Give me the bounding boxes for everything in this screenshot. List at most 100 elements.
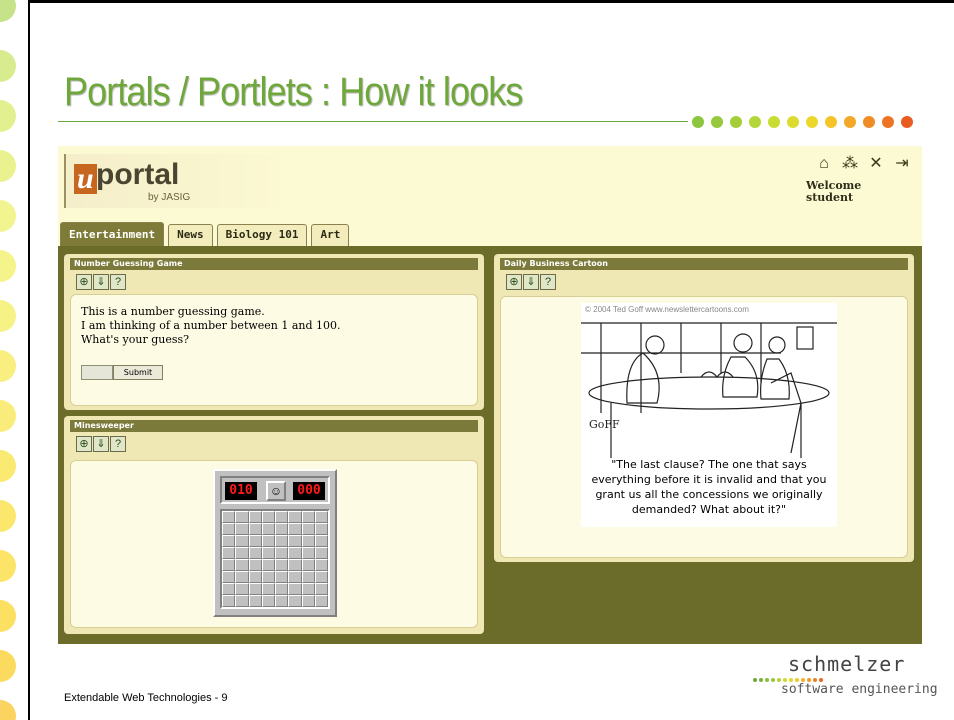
mine-cell[interactable] xyxy=(235,595,249,607)
zoom-icon[interactable]: ⊕ xyxy=(506,274,522,290)
mine-cell[interactable] xyxy=(261,547,275,559)
portlet-body: © 2004 Ted Goff www.newslettercartoons.c… xyxy=(500,296,908,558)
mine-cell[interactable] xyxy=(288,535,302,547)
mine-cell[interactable] xyxy=(235,571,249,583)
guess-input[interactable] xyxy=(81,365,113,380)
mine-cell[interactable] xyxy=(301,595,315,607)
timer-counter: 000 xyxy=(293,482,325,500)
mine-cell[interactable] xyxy=(222,523,236,535)
mine-cell[interactable] xyxy=(314,559,328,571)
mine-cell[interactable] xyxy=(248,583,262,595)
mine-cell[interactable] xyxy=(235,511,249,523)
mine-cell[interactable] xyxy=(222,511,236,523)
mine-cell[interactable] xyxy=(235,535,249,547)
logo-letter: u xyxy=(74,164,97,194)
mine-cell[interactable] xyxy=(222,571,236,583)
slide-footer: Extendable Web Technologies - 9 xyxy=(64,692,228,704)
mine-cell[interactable] xyxy=(288,583,302,595)
welcome-message: Welcome student xyxy=(806,180,886,204)
mine-cell[interactable] xyxy=(275,511,289,523)
zoom-icon[interactable]: ⊕ xyxy=(76,274,92,290)
mine-cell[interactable] xyxy=(288,523,302,535)
mine-cell[interactable] xyxy=(248,511,262,523)
mine-cell[interactable] xyxy=(314,571,328,583)
smiley-face-icon[interactable]: ☺ xyxy=(266,481,286,501)
tools-icon[interactable]: ✕ xyxy=(866,154,886,174)
download-icon[interactable]: ⇓ xyxy=(523,274,539,290)
mine-cell[interactable] xyxy=(275,547,289,559)
side-dot xyxy=(0,50,16,82)
sitemap-icon[interactable]: ⁂ xyxy=(840,154,860,174)
logo-text: portal xyxy=(96,158,180,191)
mine-cell[interactable] xyxy=(235,583,249,595)
mine-cell[interactable] xyxy=(248,535,262,547)
submit-button[interactable]: Submit xyxy=(113,365,163,380)
mine-cell[interactable] xyxy=(314,523,328,535)
mine-cell[interactable] xyxy=(275,583,289,595)
mine-cell[interactable] xyxy=(261,523,275,535)
slide-frame-top xyxy=(28,0,954,3)
download-icon[interactable]: ⇓ xyxy=(93,274,109,290)
mine-cell[interactable] xyxy=(301,511,315,523)
mine-cell[interactable] xyxy=(301,535,315,547)
mine-cell[interactable] xyxy=(222,595,236,607)
mine-cell[interactable] xyxy=(261,559,275,571)
mine-cell[interactable] xyxy=(222,547,236,559)
mine-cell[interactable] xyxy=(248,559,262,571)
mine-cell[interactable] xyxy=(261,511,275,523)
mine-cell[interactable] xyxy=(222,535,236,547)
cartoon-drawing: GoFF xyxy=(581,322,837,458)
mine-cell[interactable] xyxy=(314,511,328,523)
mine-cell[interactable] xyxy=(275,535,289,547)
mine-cell[interactable] xyxy=(301,559,315,571)
mine-cell[interactable] xyxy=(235,559,249,571)
mine-cell[interactable] xyxy=(275,523,289,535)
logout-icon[interactable]: ⇥ xyxy=(892,154,912,174)
mine-cell[interactable] xyxy=(261,571,275,583)
tab-entertainment[interactable]: Entertainment xyxy=(60,222,165,246)
mine-cell[interactable] xyxy=(301,523,315,535)
mine-cell[interactable] xyxy=(261,595,275,607)
tab-news[interactable]: News xyxy=(168,224,213,246)
mine-cell[interactable] xyxy=(275,559,289,571)
zoom-icon[interactable]: ⊕ xyxy=(76,436,92,452)
tab-art[interactable]: Art xyxy=(311,224,350,246)
mine-cell[interactable] xyxy=(301,547,315,559)
download-icon[interactable]: ⇓ xyxy=(93,436,109,452)
help-icon[interactable]: ? xyxy=(540,274,556,290)
mine-cell[interactable] xyxy=(261,535,275,547)
mine-cell[interactable] xyxy=(248,595,262,607)
guess-line: This is a number guessing game. xyxy=(81,305,265,318)
mine-cell[interactable] xyxy=(288,571,302,583)
help-icon[interactable]: ? xyxy=(110,274,126,290)
mine-cell[interactable] xyxy=(314,595,328,607)
mine-cell[interactable] xyxy=(288,511,302,523)
mine-cell[interactable] xyxy=(235,523,249,535)
uportal-logo[interactable]: u portal by JASIG xyxy=(64,154,294,208)
mine-cell[interactable] xyxy=(288,559,302,571)
mine-cell[interactable] xyxy=(261,583,275,595)
help-icon[interactable]: ? xyxy=(110,436,126,452)
title-dots xyxy=(692,116,913,128)
mine-cell[interactable] xyxy=(314,547,328,559)
home-icon[interactable]: ⌂ xyxy=(814,154,834,174)
mine-cell[interactable] xyxy=(288,595,302,607)
mine-cell[interactable] xyxy=(288,547,302,559)
mine-cell[interactable] xyxy=(235,547,249,559)
header-icons: ⌂ ⁂ ✕ ⇥ xyxy=(814,154,912,174)
mine-cell[interactable] xyxy=(275,571,289,583)
mine-cell[interactable] xyxy=(222,559,236,571)
guess-line: What's your guess? xyxy=(81,333,190,346)
mine-cell[interactable] xyxy=(248,523,262,535)
mine-cell[interactable] xyxy=(301,583,315,595)
portal-tabs: Entertainment News Biology 101 Art xyxy=(60,222,350,246)
mine-cell[interactable] xyxy=(314,583,328,595)
mine-cell[interactable] xyxy=(248,547,262,559)
mine-cell[interactable] xyxy=(248,571,262,583)
mine-cell[interactable] xyxy=(301,571,315,583)
tab-biology-101[interactable]: Biology 101 xyxy=(216,224,308,246)
mine-cell[interactable] xyxy=(314,535,328,547)
mine-cell[interactable] xyxy=(222,583,236,595)
title-rule xyxy=(58,121,688,122)
mine-cell[interactable] xyxy=(275,595,289,607)
